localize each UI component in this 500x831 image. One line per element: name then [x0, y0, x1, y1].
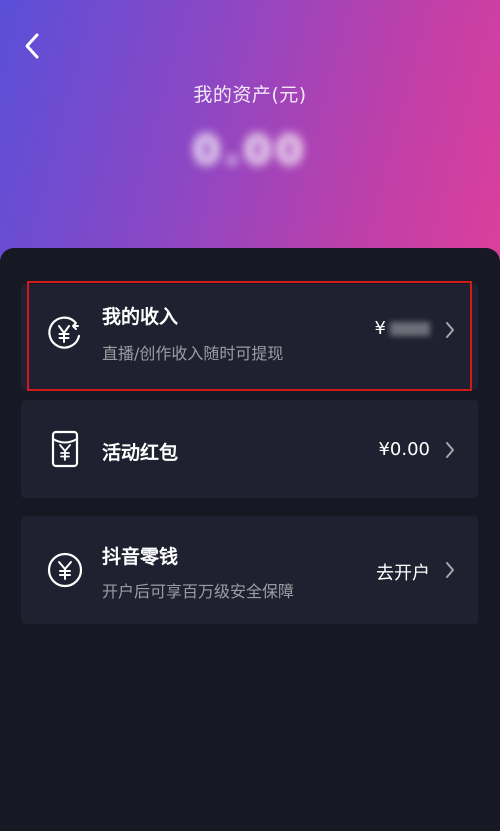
wallet-subtitle: 开户后可享百万级安全保障: [102, 582, 295, 601]
chevron-right-icon: [442, 320, 458, 340]
open-account-link[interactable]: 去开户: [376, 559, 430, 585]
red-packet-icon: [45, 429, 85, 469]
wallet-title: 抖音零钱: [102, 546, 179, 568]
assets-screen: 我的资产(元) 0.00 我的收入 直播/创作收入随时可提现 ¥ 活动红包 ¥0…: [0, 0, 500, 831]
chevron-right-icon: [442, 560, 458, 580]
income-title: 我的收入: [102, 306, 179, 328]
yen-income-icon: [45, 314, 85, 354]
income-subtitle: 直播/创作收入随时可提现: [102, 344, 284, 363]
wallet-card[interactable]: 抖音零钱 开户后可享百万级安全保障 去开户: [21, 516, 478, 624]
page-title: 我的资产(元): [193, 84, 307, 106]
red-packet-card[interactable]: 活动红包 ¥0.00: [21, 400, 478, 498]
income-value-prefix: ¥: [374, 318, 386, 339]
income-card[interactable]: 我的收入 直播/创作收入随时可提现 ¥: [21, 284, 478, 390]
red-packet-title: 活动红包: [102, 442, 179, 464]
income-value: ¥: [375, 318, 430, 339]
total-assets-amount: 0.00: [192, 128, 308, 174]
back-button[interactable]: [14, 28, 50, 64]
chevron-right-icon: [442, 440, 458, 460]
income-value-blurred: [390, 322, 430, 336]
assets-header: 我的资产(元) 0.00: [0, 0, 500, 280]
chevron-left-icon: [25, 33, 39, 59]
red-packet-value: ¥0.00: [378, 439, 430, 460]
yen-circle-icon: [45, 550, 85, 590]
